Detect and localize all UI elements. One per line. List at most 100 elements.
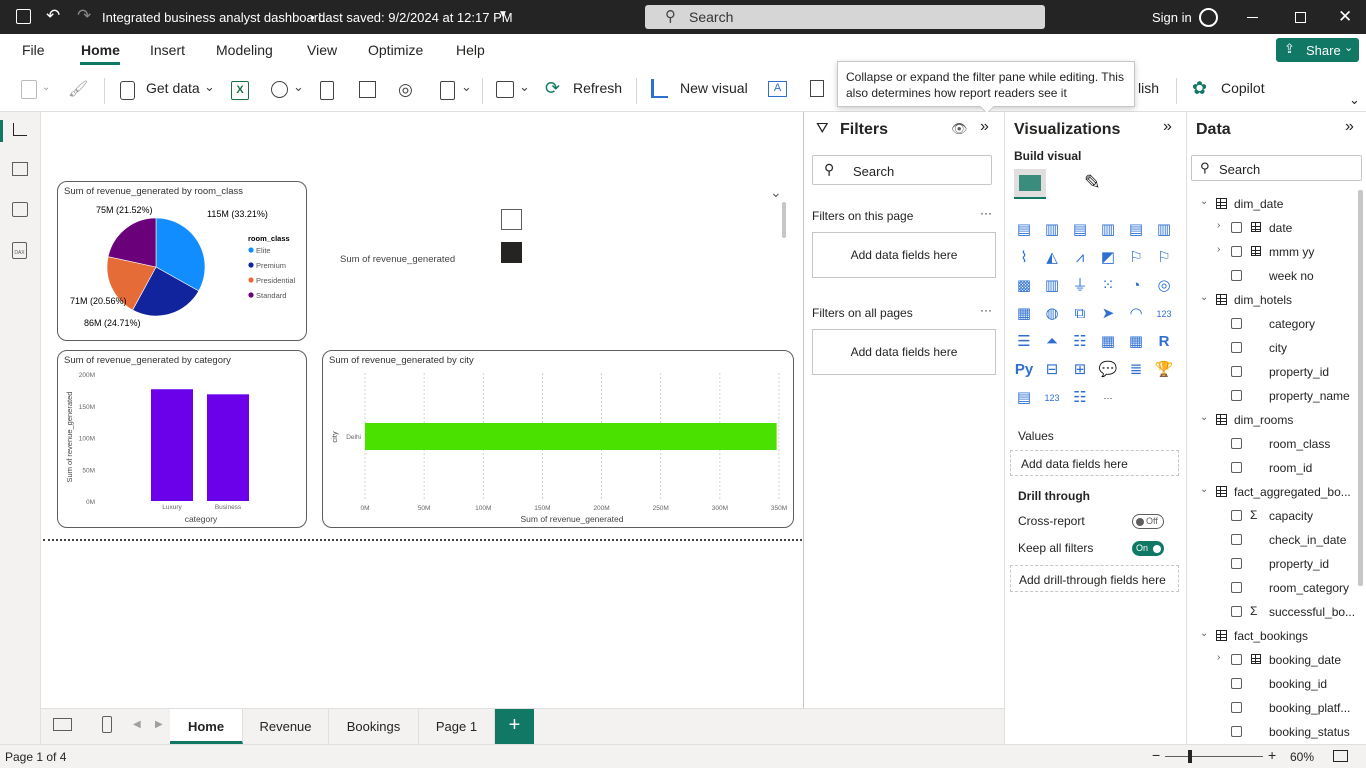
last-saved[interactable]: • Last saved: 9/2/2024 at 12:17 PM [310, 10, 513, 25]
field-checkbox[interactable] [1231, 654, 1242, 665]
keep-filters-toggle[interactable]: On [1132, 541, 1164, 556]
copilot-button[interactable]: Copilot [1221, 80, 1265, 96]
data-search-input[interactable]: ⚲ Search [1191, 155, 1362, 181]
close-icon[interactable]: ✕ [1338, 7, 1352, 27]
python-visual-icon[interactable]: Py [1014, 360, 1034, 380]
field-checkbox[interactable] [1231, 558, 1242, 569]
canvas-scrollbar[interactable] [782, 202, 786, 238]
collapse-filters-icon[interactable]: » [980, 118, 989, 136]
chevron-right-icon[interactable]: › [1217, 652, 1220, 663]
minimize-icon[interactable] [1247, 17, 1258, 18]
maximize-icon[interactable] [1295, 12, 1306, 23]
field-node[interactable]: Σcapacity [1187, 504, 1357, 526]
transform-data-icon[interactable] [496, 81, 514, 98]
tab-home[interactable]: Home [170, 709, 243, 744]
collapse-visualizations-icon[interactable]: » [1163, 118, 1172, 136]
field-checkbox[interactable] [1231, 366, 1242, 377]
scroll-left-icon[interactable]: ◀ [133, 719, 141, 730]
field-node[interactable]: category [1187, 312, 1357, 334]
sign-in-link[interactable]: Sign in [1152, 10, 1192, 25]
data-pane-scrollbar[interactable] [1358, 190, 1363, 586]
tab-revenue[interactable]: Revenue [243, 709, 329, 744]
collapse-data-icon[interactable]: » [1345, 118, 1354, 136]
pie-icon[interactable]: ◔ [1126, 276, 1146, 296]
field-node[interactable]: room_category [1187, 576, 1357, 598]
fit-to-page-icon[interactable] [1333, 750, 1348, 762]
map-icon[interactable]: ◍ [1042, 304, 1062, 324]
collapse-ribbon-icon[interactable]: ⌄ [1349, 92, 1360, 108]
bar-luxury[interactable] [151, 389, 193, 501]
clustered-column-icon[interactable]: ▥ [1098, 220, 1118, 240]
report-canvas[interactable]: Sum of revenue_generated by room_class 1… [41, 112, 803, 708]
field-checkbox[interactable] [1231, 726, 1242, 737]
menu-optimize[interactable]: Optimize [368, 42, 423, 58]
treemap-icon[interactable]: ▦ [1014, 304, 1034, 324]
donut-icon[interactable]: ◎ [1154, 276, 1174, 296]
slicer-checkbox-filled[interactable] [501, 242, 522, 263]
field-node[interactable]: › booking_date [1187, 648, 1357, 670]
ribbon-chart-icon[interactable]: ▩ [1014, 276, 1034, 296]
table-node[interactable]: ⌄ dim_date [1187, 192, 1357, 214]
chevron-down-icon[interactable]: ⌄ [461, 79, 472, 95]
account-icon[interactable] [1199, 8, 1218, 27]
search-input[interactable]: ⚲ Search [645, 5, 1045, 29]
eye-icon[interactable]: 👁 [951, 121, 968, 137]
field-node[interactable]: city [1187, 336, 1357, 358]
scatter-icon[interactable]: ⁙ [1098, 276, 1118, 296]
chevron-down-icon[interactable]: ⌄ [1200, 292, 1208, 303]
table-icon[interactable]: ▦ [1098, 332, 1118, 352]
chevron-down-icon[interactable]: ⌄ [293, 79, 304, 95]
card-icon[interactable]: 123 [1154, 304, 1174, 324]
format-painter-icon[interactable]: 🖌 [68, 79, 88, 99]
table-node[interactable]: ⌄ dim_rooms [1187, 408, 1357, 430]
field-node[interactable]: › mmm yy [1187, 240, 1357, 262]
line-clustered-column-icon[interactable]: ⚐ [1154, 248, 1174, 268]
more-options-icon[interactable]: ··· [980, 206, 992, 220]
chevron-right-icon[interactable]: › [1217, 220, 1220, 231]
bar-delhi[interactable] [365, 423, 777, 450]
field-checkbox[interactable] [1231, 702, 1242, 713]
chevron-down-icon[interactable]: ⌄ [204, 79, 215, 95]
text-box-icon[interactable]: A [768, 81, 787, 97]
chevron-right-icon[interactable]: › [1217, 244, 1220, 255]
add-page-button[interactable]: + [495, 709, 534, 744]
more-visuals-icon[interactable]: ··· [1098, 388, 1118, 408]
clustered-bar-icon[interactable]: ▤ [1070, 220, 1090, 240]
stacked-area-icon[interactable]: ⩘ [1070, 248, 1090, 268]
slicer-checkbox-empty[interactable] [501, 209, 522, 230]
cross-report-toggle[interactable]: Off [1132, 514, 1164, 529]
100-column-icon[interactable]: ▥ [1154, 220, 1174, 240]
stacked-column-icon[interactable]: ▥ [1042, 220, 1062, 240]
field-checkbox[interactable] [1231, 222, 1242, 233]
goals-icon[interactable]: 🏆 [1154, 360, 1174, 380]
database-icon[interactable] [120, 81, 135, 100]
category-bar-card[interactable]: Sum of revenue_generated by category 0M 5… [57, 350, 307, 528]
table-view-icon[interactable] [12, 162, 28, 176]
100-area-icon[interactable]: ◩ [1098, 248, 1118, 268]
new-visual-icon[interactable] [651, 79, 668, 98]
table-node[interactable]: ⌄ fact_bookings [1187, 624, 1357, 646]
field-checkbox[interactable] [1231, 510, 1242, 521]
chevron-down-icon[interactable]: ⌄ [1200, 484, 1208, 495]
filled-map-icon[interactable]: ⧉ [1070, 304, 1090, 324]
new-visual-button[interactable]: New visual [680, 80, 748, 96]
scroll-right-icon[interactable]: ▶ [155, 719, 163, 730]
filters-search-input[interactable]: ⚲ Search [812, 155, 992, 185]
dataverse-icon[interactable]: ◎ [398, 80, 413, 100]
menu-file[interactable]: File [22, 42, 45, 58]
field-node[interactable]: booking_platf... [1187, 696, 1357, 718]
narrative-icon[interactable]: ≣ [1126, 360, 1146, 380]
paginated-report-icon[interactable]: ▤ [1014, 388, 1034, 408]
tab-page-1[interactable]: Page 1 [419, 709, 495, 744]
chevron-down-icon[interactable]: ⌄ [519, 79, 530, 95]
area-chart-icon[interactable]: ◭ [1042, 248, 1062, 268]
menu-home[interactable]: Home [81, 42, 120, 58]
chevron-down-icon[interactable]: ⌄ [42, 82, 50, 93]
refresh-button[interactable]: Refresh [573, 80, 622, 96]
menu-help[interactable]: Help [456, 42, 485, 58]
field-node[interactable]: › date [1187, 216, 1357, 238]
values-dropzone[interactable]: Add data fields here [1010, 450, 1179, 476]
file-title[interactable]: Integrated business analyst dashboard [102, 10, 325, 25]
new-slicer-icon[interactable]: ☷ [1070, 388, 1090, 408]
field-node[interactable]: property_id [1187, 360, 1357, 382]
